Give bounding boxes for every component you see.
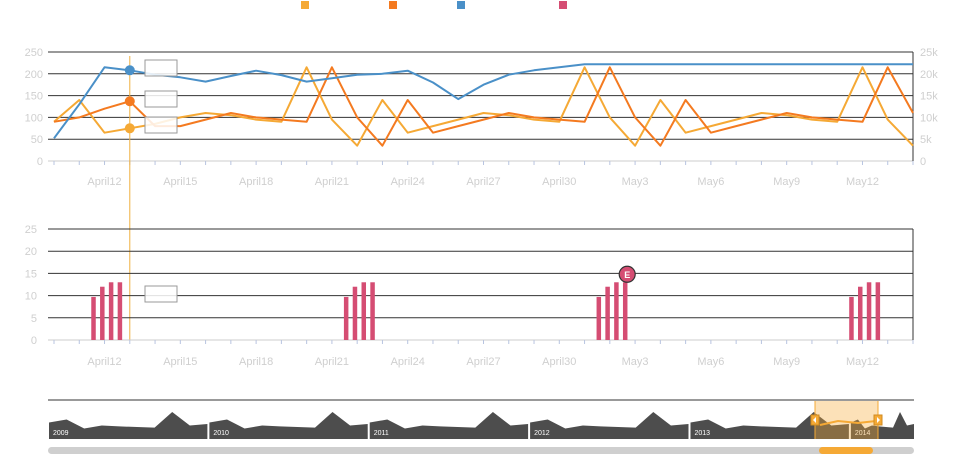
bottom-x-tick-label: May12 bbox=[846, 356, 879, 368]
bottom-x-tick-label: April27 bbox=[466, 356, 500, 368]
bar[interactable] bbox=[849, 296, 854, 340]
bar[interactable] bbox=[91, 296, 96, 340]
bottom-x-tick-label: April18 bbox=[239, 356, 273, 368]
top-y2-tick-label: 5k bbox=[920, 134, 932, 146]
bottom-x-tick-label: April21 bbox=[315, 356, 349, 368]
series-line-1[interactable] bbox=[53, 66, 914, 147]
bottom-x-tick-label: April15 bbox=[163, 356, 197, 368]
top-y2-tick-label: 20k bbox=[920, 69, 938, 81]
top-y2-tick-label: 25k bbox=[920, 47, 938, 59]
navigator-area bbox=[49, 412, 208, 439]
navigator-area bbox=[369, 412, 529, 439]
scrollbar-track[interactable] bbox=[48, 447, 914, 454]
hover-point-2[interactable] bbox=[124, 65, 135, 76]
bar[interactable] bbox=[866, 282, 872, 340]
navigator-area bbox=[530, 412, 689, 439]
bottom-x-tick-label: May3 bbox=[622, 356, 649, 368]
navigator-range bbox=[815, 401, 878, 439]
legend-marker-1[interactable] bbox=[389, 1, 397, 9]
bar[interactable] bbox=[117, 282, 123, 340]
bar[interactable] bbox=[343, 296, 349, 340]
top-y-tick-label: 50 bbox=[31, 134, 43, 146]
bottom-y-tick-label: 0 bbox=[31, 335, 37, 347]
top-x-tick-label: May12 bbox=[846, 176, 879, 188]
series-line-0[interactable] bbox=[53, 66, 914, 147]
top-x-tick-label: April24 bbox=[391, 176, 425, 188]
bar[interactable] bbox=[614, 282, 619, 340]
hover-point-1[interactable] bbox=[124, 96, 135, 107]
bottom-y-tick-label: 25 bbox=[25, 224, 37, 236]
top-y-tick-label: 150 bbox=[25, 91, 43, 103]
top-x-tick-label: May6 bbox=[697, 176, 724, 188]
scrollbar-thumb[interactable] bbox=[819, 447, 873, 454]
top-x-tick-label: April15 bbox=[163, 176, 197, 188]
top-y2-tick-label: 15k bbox=[920, 91, 938, 103]
bottom-x-tick-label: May9 bbox=[773, 356, 800, 368]
tooltip-box-0 bbox=[144, 59, 178, 77]
bar[interactable] bbox=[108, 282, 114, 340]
top-x-tick-label: April21 bbox=[315, 176, 349, 188]
bottom-x-tick-label: April12 bbox=[87, 356, 121, 368]
bar[interactable] bbox=[858, 286, 863, 340]
bottom-x-tick-label: April24 bbox=[391, 356, 425, 368]
tooltip-box-bar bbox=[144, 285, 178, 303]
bar[interactable] bbox=[605, 286, 610, 340]
bar[interactable] bbox=[352, 286, 358, 340]
bar[interactable] bbox=[100, 286, 105, 340]
navigator-year-label: 2010 bbox=[213, 430, 229, 437]
bottom-y-tick-label: 10 bbox=[25, 291, 37, 303]
bottom-x-tick-label: April30 bbox=[542, 356, 576, 368]
top-y2-tick-label: 10k bbox=[920, 112, 938, 124]
chart-svg: 05010015020025005k10k15k20k25kApril12 Apr… bbox=[25, 1, 938, 454]
legend-marker-0[interactable] bbox=[301, 1, 309, 9]
top-y-tick-label: 200 bbox=[25, 69, 43, 81]
top-x-tick-label: April27 bbox=[466, 176, 500, 188]
bar[interactable] bbox=[370, 282, 375, 340]
bar[interactable] bbox=[622, 282, 628, 340]
bottom-y-tick-label: 15 bbox=[25, 268, 37, 280]
navigator-year-label: 2009 bbox=[53, 430, 69, 437]
bottom-y-tick-label: 20 bbox=[25, 246, 37, 258]
top-x-tick-label: May3 bbox=[622, 176, 649, 188]
flag-label: E bbox=[624, 270, 630, 280]
legend-marker-3[interactable] bbox=[559, 1, 567, 9]
navigator-year-label: 2013 bbox=[694, 430, 710, 437]
bottom-y-tick-label: 5 bbox=[31, 313, 37, 325]
navigator-area bbox=[209, 412, 368, 439]
navigator-year-label: 2011 bbox=[374, 430, 389, 437]
top-y2-tick-label: 0 bbox=[920, 156, 926, 168]
top-y-tick-label: 250 bbox=[25, 47, 43, 59]
legend-marker-2[interactable] bbox=[457, 1, 465, 9]
chart-root: 0 50 100 150 200 250 0 5k 10k 15k 20k 25k April12 Apr… bbox=[0, 0, 977, 455]
bar[interactable] bbox=[596, 296, 602, 340]
bottom-x-tick-label: May6 bbox=[697, 356, 724, 368]
series-line-2[interactable] bbox=[53, 63, 913, 139]
hover-point-0[interactable] bbox=[124, 123, 135, 134]
top-y-tick-label: 100 bbox=[25, 112, 43, 124]
navigator-year-label: 2012 bbox=[534, 430, 550, 437]
bar[interactable] bbox=[875, 282, 881, 340]
top-x-tick-label: April12 bbox=[87, 176, 121, 188]
tooltip-box-2 bbox=[144, 116, 178, 134]
top-x-tick-label: May9 bbox=[773, 176, 800, 188]
tooltip-box-1 bbox=[144, 90, 178, 108]
bar[interactable] bbox=[361, 282, 367, 340]
top-y-tick-label: 0 bbox=[37, 156, 43, 168]
top-x-tick-label: April30 bbox=[542, 176, 576, 188]
top-x-tick-label: April18 bbox=[239, 176, 273, 188]
